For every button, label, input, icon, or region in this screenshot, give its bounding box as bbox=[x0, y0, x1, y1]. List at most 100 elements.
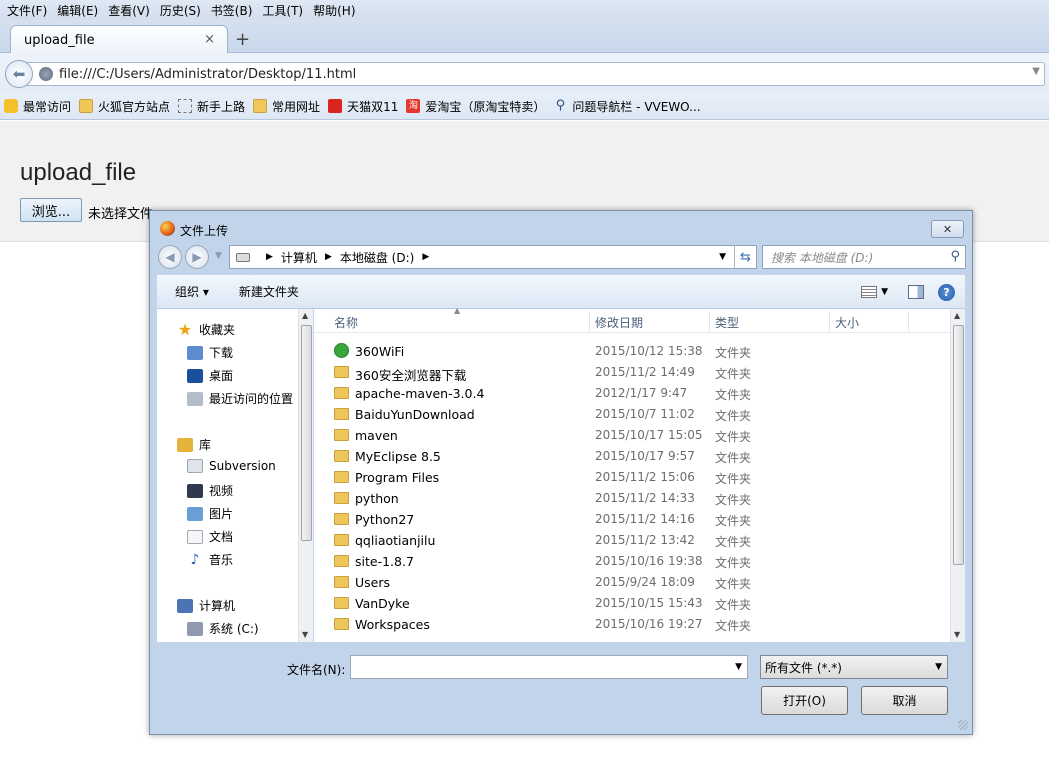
file-type-select[interactable]: 所有文件 (*.*) ▼ bbox=[760, 655, 948, 679]
breadcrumb-drive-d[interactable]: 本地磁盘 (D:) bbox=[340, 249, 414, 266]
path-dropdown-icon[interactable]: ▼ bbox=[719, 252, 726, 262]
browse-button[interactable]: 浏览... bbox=[20, 198, 82, 222]
bookmark-tmall[interactable]: 天猫双11 bbox=[328, 98, 398, 115]
file-type-dropdown-icon[interactable]: ▼ bbox=[935, 662, 942, 672]
file-row[interactable]: 360WiFi 2015/10/12 15:38 文件夹 bbox=[314, 341, 950, 362]
bookmark-aitaobao[interactable]: 淘爱淘宝（原淘宝特卖） bbox=[406, 98, 545, 115]
nav-system-drive[interactable]: 系统 (C:) bbox=[187, 620, 259, 637]
scroll-up-icon[interactable]: ▲ bbox=[302, 311, 308, 320]
nav-subversion[interactable]: Subversion bbox=[187, 459, 276, 473]
scroll-up-icon[interactable]: ▲ bbox=[954, 311, 960, 320]
menu-help[interactable]: 帮助(H) bbox=[308, 2, 360, 19]
file-row[interactable]: BaiduYunDownload 2015/10/7 11:02 文件夹 bbox=[314, 404, 950, 425]
nav-libraries[interactable]: 库 bbox=[177, 436, 211, 453]
page-icon bbox=[178, 99, 193, 113]
bookmark-vvewo[interactable]: ⚲ 问题导航栏 - VVEWO... bbox=[553, 98, 701, 115]
help-icon[interactable]: ? bbox=[938, 283, 955, 301]
bookmark-label: 天猫双11 bbox=[347, 99, 399, 114]
file-row[interactable]: VanDyke 2015/10/15 15:43 文件夹 bbox=[314, 593, 950, 614]
column-name[interactable]: 名称 bbox=[334, 314, 358, 331]
breadcrumb-separator-icon[interactable]: ▶ bbox=[325, 252, 332, 262]
open-button[interactable]: 打开(O) bbox=[761, 686, 848, 715]
back-button[interactable]: ⬅ bbox=[5, 60, 33, 88]
dialog-forward-button[interactable]: ▶ bbox=[185, 245, 209, 269]
nav-favorites[interactable]: ★ 收藏夹 bbox=[177, 321, 235, 338]
column-date[interactable]: 修改日期 bbox=[595, 314, 643, 331]
file-row[interactable]: site-1.8.7 2015/10/16 19:38 文件夹 bbox=[314, 551, 950, 572]
file-type: 文件夹 bbox=[715, 346, 752, 360]
refresh-button[interactable]: ⇆ bbox=[734, 245, 757, 269]
menu-bookmarks[interactable]: 书签(B) bbox=[206, 2, 258, 19]
file-row[interactable]: qqliaotianjilu 2015/11/2 13:42 文件夹 bbox=[314, 530, 950, 551]
scrollbar-thumb[interactable] bbox=[301, 325, 312, 541]
nav-pictures[interactable]: 图片 bbox=[187, 505, 233, 522]
nav-documents[interactable]: 文档 bbox=[187, 528, 233, 545]
column-divider[interactable] bbox=[709, 311, 710, 331]
tab-close-icon[interactable]: × bbox=[204, 32, 215, 47]
nav-pane-scrollbar[interactable]: ▲ ▼ bbox=[298, 309, 313, 642]
nav-recent[interactable]: 最近访问的位置 bbox=[187, 390, 293, 407]
breadcrumb-separator-icon[interactable]: ▶ bbox=[422, 252, 429, 262]
breadcrumb-computer[interactable]: 计算机 bbox=[281, 249, 317, 266]
file-row[interactable]: maven 2015/10/17 15:05 文件夹 bbox=[314, 425, 950, 446]
url-bar[interactable]: file:///C:/Users/Administrator/Desktop/1… bbox=[26, 62, 1045, 86]
dialog-title: 文件上传 bbox=[180, 224, 229, 238]
tab-upload-file[interactable]: upload_file × bbox=[10, 25, 228, 54]
resize-grip-icon[interactable] bbox=[958, 720, 968, 730]
filename-input[interactable]: ▼ bbox=[350, 655, 748, 679]
file-list-scrollbar[interactable]: ▲ ▼ bbox=[950, 309, 965, 642]
bookmark-common-sites[interactable]: 常用网址 bbox=[253, 98, 320, 115]
column-divider[interactable] bbox=[589, 311, 590, 331]
scrollbar-thumb[interactable] bbox=[953, 325, 964, 565]
new-folder-button[interactable]: 新建文件夹 bbox=[221, 283, 311, 300]
column-type[interactable]: 类型 bbox=[715, 314, 739, 331]
url-dropdown-icon[interactable]: ▼ bbox=[1032, 66, 1040, 77]
new-tab-button[interactable]: + bbox=[235, 29, 250, 50]
dialog-search-input[interactable]: 搜索 本地磁盘 (D:) ⚲ bbox=[762, 245, 966, 269]
path-breadcrumb[interactable]: ▶ 计算机 ▶ 本地磁盘 (D:) ▶ ▼ bbox=[229, 245, 757, 269]
bookmark-getting-started[interactable]: 新手上路 bbox=[178, 98, 245, 115]
file-upload-dialog: 文件上传 ✕ ◀ ▶ ▼ ▶ 计算机 ▶ 本地磁盘 (D:) ▶ ▼ ⇆ 搜索 … bbox=[149, 210, 973, 735]
breadcrumb-separator-icon[interactable]: ▶ bbox=[266, 252, 273, 262]
nav-music[interactable]: ♪ 音乐 bbox=[187, 551, 233, 568]
dialog-back-button[interactable]: ◀ bbox=[158, 245, 182, 269]
file-row[interactable]: Users 2015/9/24 18:09 文件夹 bbox=[314, 572, 950, 593]
nav-downloads[interactable]: 下载 bbox=[187, 344, 233, 361]
menu-tools[interactable]: 工具(T) bbox=[257, 2, 308, 19]
view-dropdown-icon[interactable]: ▼ bbox=[881, 287, 888, 297]
search-icon[interactable]: ⚲ bbox=[950, 249, 960, 264]
recent-dropdown-icon[interactable]: ▼ bbox=[215, 251, 222, 261]
file-row[interactable]: apache-maven-3.0.4 2012/1/17 9:47 文件夹 bbox=[314, 383, 950, 404]
scroll-down-icon[interactable]: ▼ bbox=[954, 630, 960, 639]
nav-videos[interactable]: 视频 bbox=[187, 482, 233, 499]
bookmark-most-visited[interactable]: 最常访问 bbox=[4, 98, 71, 115]
view-options-icon[interactable] bbox=[861, 286, 878, 298]
nav-desktop[interactable]: 桌面 bbox=[187, 367, 233, 384]
file-row[interactable]: python 2015/11/2 14:33 文件夹 bbox=[314, 488, 950, 509]
column-divider[interactable] bbox=[908, 311, 909, 331]
taobao-icon: 淘 bbox=[406, 99, 421, 113]
menu-file[interactable]: 文件(F) bbox=[2, 2, 52, 19]
menu-edit[interactable]: 编辑(E) bbox=[52, 2, 103, 19]
scroll-down-icon[interactable]: ▼ bbox=[302, 630, 308, 639]
file-type: 文件夹 bbox=[715, 556, 752, 570]
organize-button[interactable]: 组织 ▾ bbox=[157, 283, 221, 300]
cancel-button[interactable]: 取消 bbox=[861, 686, 948, 715]
menu-view[interactable]: 查看(V) bbox=[103, 2, 155, 19]
file-row[interactable]: Python27 2015/11/2 14:16 文件夹 bbox=[314, 509, 950, 530]
menu-history[interactable]: 历史(S) bbox=[155, 2, 206, 19]
file-row[interactable]: MyEclipse 8.5 2015/10/17 9:57 文件夹 bbox=[314, 446, 950, 467]
filename-dropdown-icon[interactable]: ▼ bbox=[735, 662, 742, 672]
file-row[interactable]: Program Files 2015/11/2 15:06 文件夹 bbox=[314, 467, 950, 488]
dialog-titlebar[interactable]: 文件上传 ✕ bbox=[150, 211, 972, 243]
back-arrow-icon: ◀ bbox=[165, 250, 175, 264]
bookmark-firefox-official[interactable]: 火狐官方站点 bbox=[79, 98, 170, 115]
column-divider[interactable] bbox=[829, 311, 830, 331]
file-row[interactable]: Workspaces 2015/10/16 19:27 文件夹 bbox=[314, 614, 950, 635]
dialog-close-button[interactable]: ✕ bbox=[931, 220, 964, 238]
nav-computer[interactable]: 计算机 bbox=[177, 597, 235, 614]
file-date: 2015/10/17 15:05 bbox=[595, 428, 703, 442]
column-size[interactable]: 大小 bbox=[835, 314, 859, 331]
file-row[interactable]: 360安全浏览器下载 2015/11/2 14:49 文件夹 bbox=[314, 362, 950, 383]
preview-pane-icon[interactable] bbox=[908, 285, 924, 299]
